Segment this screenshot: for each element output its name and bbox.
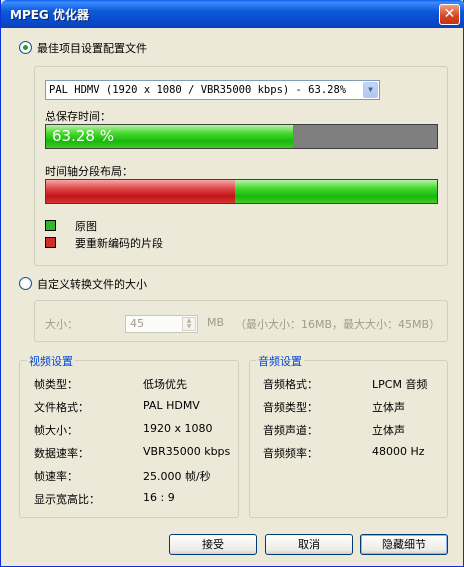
audio-settings-title: 音频设置 (256, 353, 304, 369)
video-settings-title: 视频设置 (27, 353, 75, 369)
video-row-key: 帧类型： (34, 378, 78, 391)
audio-row-key: 音频声道： (263, 424, 318, 437)
size-value: 45 (130, 317, 144, 330)
total-saved-progress: 63.28 % (45, 124, 438, 149)
size-unit: MB (207, 316, 225, 329)
hide-details-button[interactable]: 隐藏细节 (360, 534, 448, 555)
video-row-value: 16 : 9 (143, 491, 175, 504)
cancel-button[interactable]: 取消 (265, 534, 353, 555)
mpeg-optimizer-dialog: MPEG 优化器 ✕ 最佳项目设置配置文件 PAL HDMV (1920 x 1… (0, 0, 464, 567)
legend-reencode-label: 要重新编码的片段 (75, 237, 163, 250)
title-bar[interactable]: MPEG 优化器 ✕ (1, 0, 464, 28)
video-row-key: 数据速率： (34, 447, 89, 460)
video-row-value: 低场优先 (143, 378, 187, 391)
close-button[interactable]: ✕ (439, 4, 460, 25)
video-row-key: 帧速率： (34, 470, 78, 483)
best-profile-radio[interactable] (19, 41, 32, 54)
audio-row-value: 立体声 (372, 401, 405, 414)
video-row-value: 25.000 帧/秒 (143, 470, 211, 483)
video-row-key: 显示宽高比： (34, 493, 100, 506)
audio-row-value: 立体声 (372, 424, 405, 437)
audio-row-value: 48000 Hz (372, 445, 425, 458)
best-profile-label[interactable]: 最佳项目设置配置文件 (37, 40, 147, 56)
chevron-down-icon[interactable]: ▼ (363, 82, 378, 98)
audio-row-value: LPCM 音频 (372, 378, 428, 391)
timeline-label: 时间轴分段布局： (45, 165, 133, 178)
profile-select[interactable]: PAL HDMV (1920 x 1080 / VBR35000 kbps) -… (45, 80, 380, 100)
audio-row-key: 音频类型： (263, 401, 318, 414)
timeline-segment-bar (45, 179, 438, 204)
size-spinner[interactable]: 45 ▲ ▼ (125, 315, 198, 333)
window-title: MPEG 优化器 (10, 8, 89, 22)
total-saved-percent: 63.28 % (52, 127, 114, 145)
video-row-key: 帧大小： (34, 424, 78, 437)
legend-original-swatch (45, 220, 56, 231)
legend-original-label: 原图 (75, 220, 97, 233)
total-saved-label: 总保存时间： (45, 110, 111, 123)
legend-reencode-swatch (45, 237, 56, 248)
video-row-key: 文件格式： (34, 401, 89, 414)
size-range: （最小大小：16MB，最大大小：45MB） (235, 318, 441, 331)
size-label: 大小： (45, 318, 78, 331)
reencode-segment (46, 180, 235, 203)
video-row-value: 1920 x 1080 (143, 422, 213, 435)
video-row-value: PAL HDMV (143, 399, 200, 412)
profile-select-value: PAL HDMV (1920 x 1080 / VBR35000 kbps) -… (49, 84, 347, 96)
custom-size-label[interactable]: 自定义转换文件的大小 (37, 276, 147, 292)
custom-size-radio[interactable] (19, 277, 32, 290)
video-row-value: VBR35000 kbps (143, 445, 231, 458)
accept-button[interactable]: 接受 (169, 534, 257, 555)
audio-row-key: 音频频率： (263, 447, 318, 460)
spinner-arrows-icon[interactable]: ▲ ▼ (182, 317, 196, 331)
audio-row-key: 音频格式： (263, 378, 318, 391)
